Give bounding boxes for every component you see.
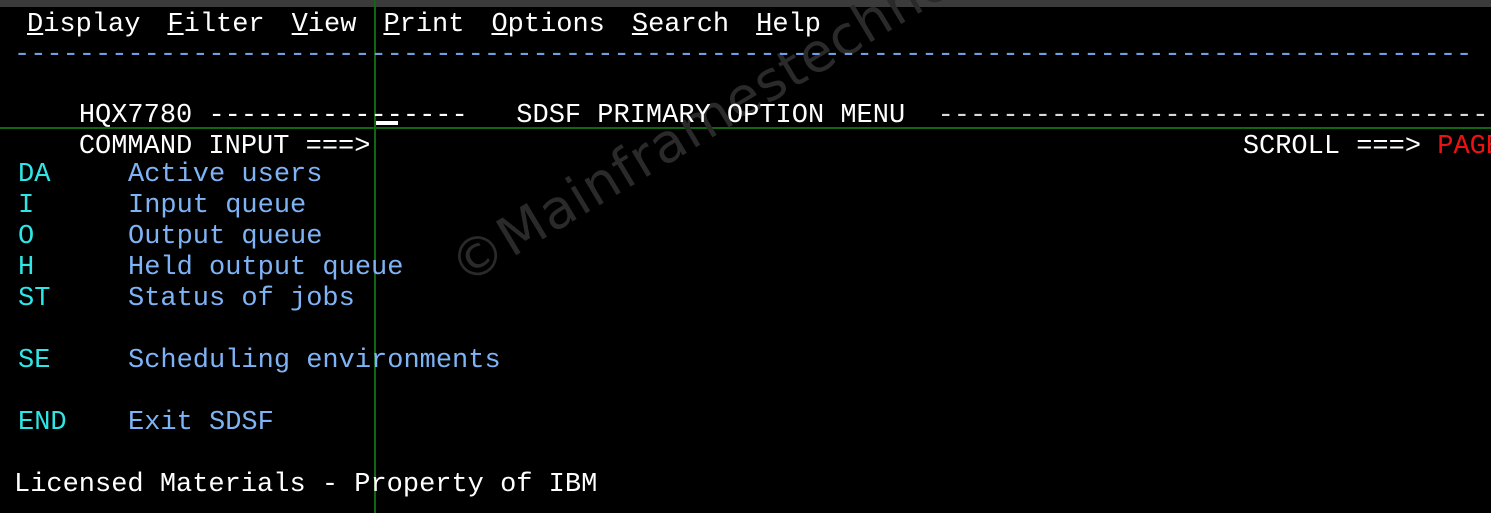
option-code-end[interactable]: END [18,408,67,439]
menu-label-help: elp [772,9,821,40]
menu-item-options[interactable]: Options [491,10,604,41]
option-code-h[interactable]: H [18,253,34,284]
menu-label-options: ptions [507,9,605,40]
window-title-strip [0,0,1491,7]
option-list-spacer-2 [0,377,1491,408]
menu-mnemonic-view: V [291,9,308,40]
option-row-o[interactable]: O Output queue [0,222,1491,253]
menubar-gap-6 [729,10,756,41]
option-row-end[interactable]: END Exit SDSF [0,408,1491,439]
sdsf-terminal-screen: Display Filter View Print Options Search… [0,0,1491,513]
menu-item-help[interactable]: Help [756,10,821,41]
option-desc-se: Scheduling environments [128,346,501,376]
footer-row: Licensed Materials - Property of IBM [0,470,1491,501]
menu-mnemonic-options: O [491,9,508,40]
text-cursor [376,121,398,125]
menu-item-display[interactable]: Display [27,10,140,41]
option-row-h[interactable]: H Held output queue [0,253,1491,284]
option-desc-st: Status of jobs [128,284,355,314]
option-code-o[interactable]: O [18,222,34,253]
menu-mnemonic-filter: F [167,9,184,40]
option-code-se[interactable]: SE [18,346,50,377]
menubar-gap-3 [356,10,383,41]
option-list-spacer-1 [0,315,1491,346]
menu-label-view: iew [307,9,357,40]
menu-mnemonic-help: H [756,9,773,40]
menu-item-filter[interactable]: Filter [167,10,264,41]
menu-label-display: isplay [43,9,141,40]
panel-title: SDSF PRIMARY OPTION MENU [516,101,906,131]
licensed-materials-text: Licensed Materials - Property of IBM [14,470,598,500]
menubar-gap-2 [265,10,292,41]
option-desc-end: Exit SDSF [128,408,274,438]
menu-item-print[interactable]: Print [383,10,464,41]
option-code-da[interactable]: DA [18,160,50,191]
option-desc-h: Held output queue [128,253,404,283]
command-input-label: COMMAND INPUT ===> [78,132,371,162]
menubar-gap-1 [140,10,167,41]
menubar-gap-4 [464,10,491,41]
option-desc-o: Output queue [128,222,323,252]
scroll-space [1421,132,1437,162]
menu-mnemonic-search: S [631,9,649,40]
menu-label-search: earch [648,9,730,40]
header-space-2 [905,101,937,131]
option-code-st[interactable]: ST [18,284,50,315]
menu-mnemonic-print: P [383,9,400,40]
option-row-da[interactable]: DA Active users [0,160,1491,191]
option-row-st[interactable]: ST Status of jobs [0,284,1491,315]
option-desc-i: Input queue [128,191,307,221]
scroll-label: SCROLL ===> [1242,132,1422,162]
option-list: DA Active users I Input queue O Output q… [0,160,1491,501]
header-space-1 [468,101,517,131]
menu-label-print: rint [399,9,465,40]
menubar-leading-gap [0,10,27,41]
menubar-gap-5 [605,10,632,41]
option-desc-da: Active users [128,160,323,190]
menu-label-filter: ilter [183,9,265,40]
action-bar-separator: ----------------------------------------… [14,40,1473,70]
scroll-value[interactable]: PAGE [1437,132,1491,162]
menu-item-search[interactable]: Search [632,10,729,41]
menu-mnemonic-display: D [27,9,44,40]
menu-item-view[interactable]: View [292,10,357,41]
option-list-spacer-3 [0,439,1491,470]
option-row-se[interactable]: SE Scheduling environments [0,346,1491,377]
action-bar: Display Filter View Print Options Search… [0,7,1491,43]
option-code-i[interactable]: I [18,191,34,222]
option-row-i[interactable]: I Input queue [0,191,1491,222]
